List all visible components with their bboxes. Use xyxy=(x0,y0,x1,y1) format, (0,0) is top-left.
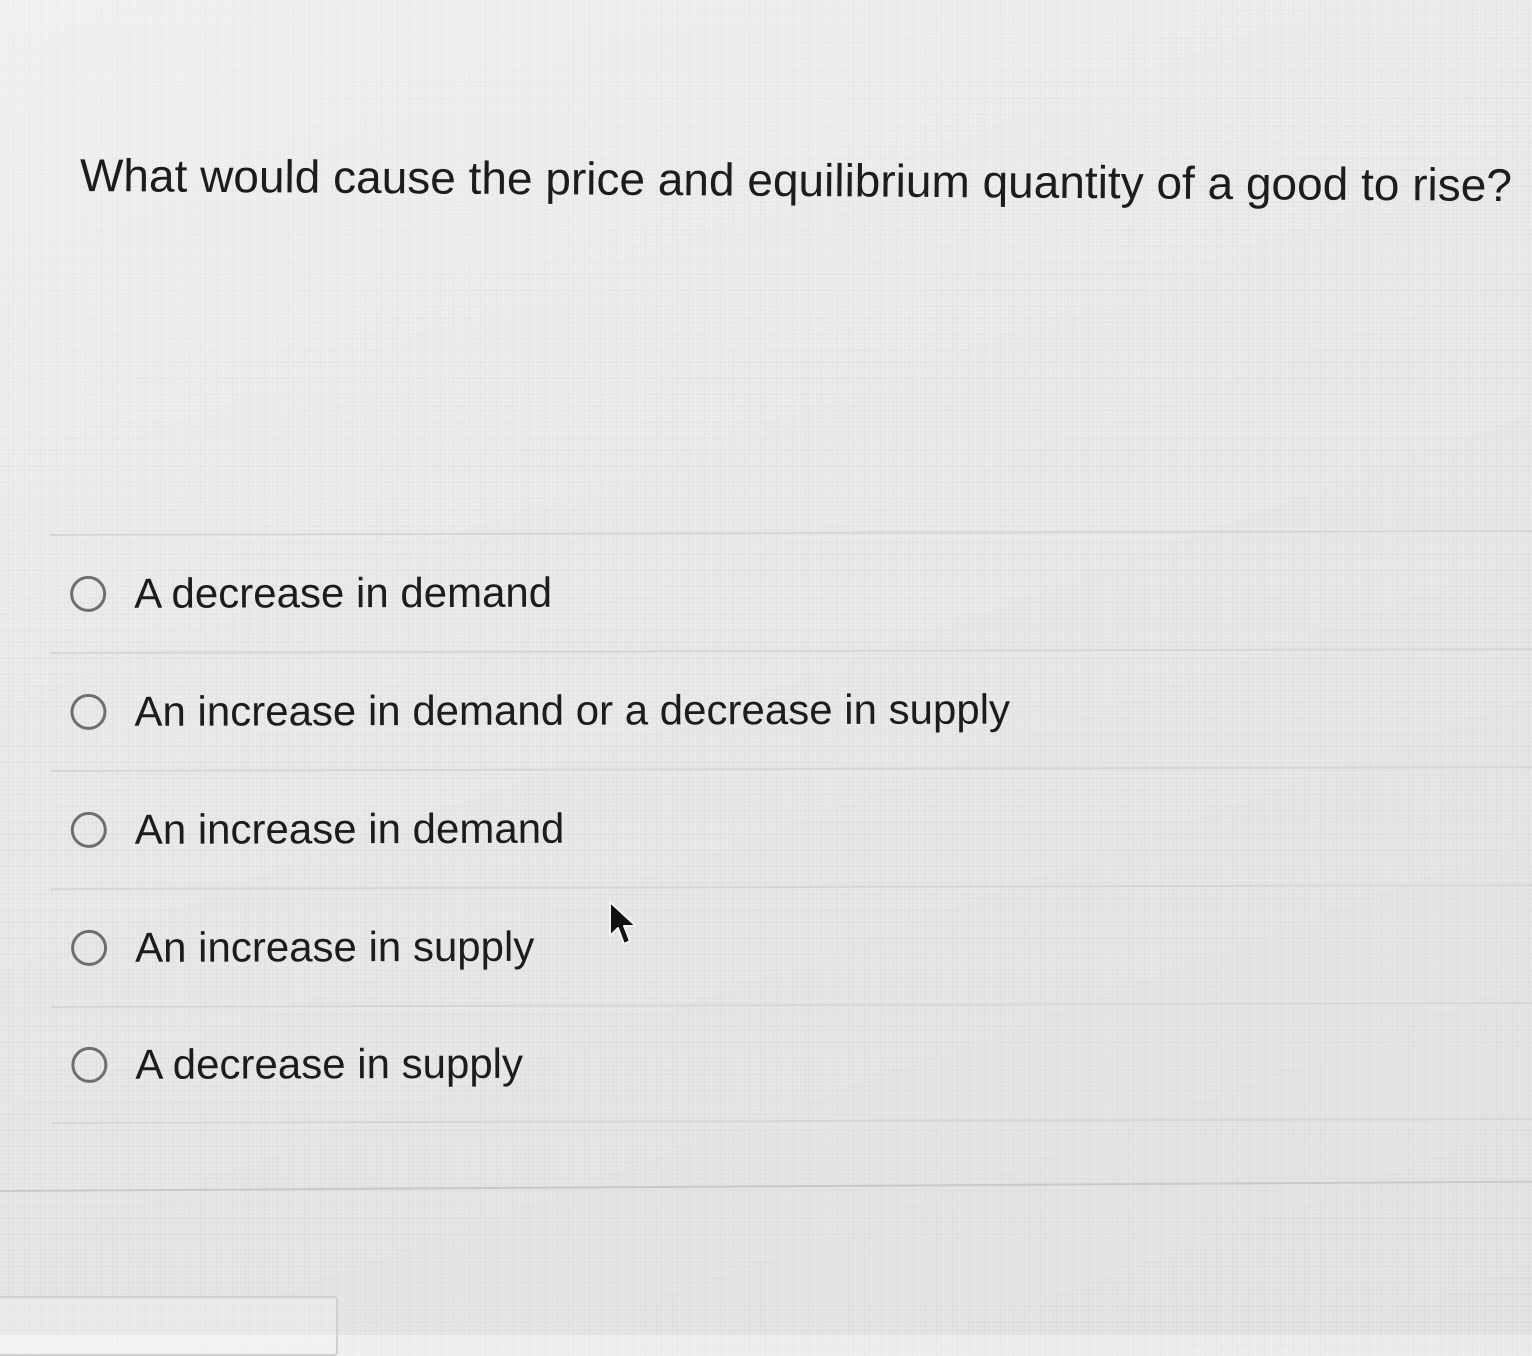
choice-option-2[interactable]: An increase in demand or a decrease in s… xyxy=(50,648,1532,770)
radio-unchecked-icon[interactable] xyxy=(70,811,107,848)
section-divider xyxy=(0,1180,1532,1192)
radio-unchecked-icon[interactable] xyxy=(70,575,107,612)
choice-label: A decrease in demand xyxy=(134,568,553,617)
radio-unchecked-icon[interactable] xyxy=(70,693,107,730)
radio-unchecked-icon[interactable] xyxy=(71,929,108,966)
choice-option-1[interactable]: A decrease in demand xyxy=(50,530,1532,652)
choice-label: An increase in supply xyxy=(135,922,535,971)
answer-choices: A decrease in demand An increase in dema… xyxy=(50,530,1532,1124)
choice-option-3[interactable]: An increase in demand xyxy=(50,766,1532,888)
choice-option-5[interactable]: A decrease in supply xyxy=(51,1002,1532,1124)
bottom-panel xyxy=(0,1296,338,1356)
question-text: What would cause the price and equilibri… xyxy=(79,149,1513,211)
choice-label: An increase in demand xyxy=(134,804,565,853)
choice-label: An increase in demand or a decrease in s… xyxy=(134,685,1011,735)
radio-unchecked-icon[interactable] xyxy=(71,1046,108,1083)
choice-label: A decrease in supply xyxy=(135,1039,524,1088)
mouse-pointer-icon xyxy=(609,901,637,945)
choice-option-4[interactable]: An increase in supply xyxy=(50,884,1532,1006)
